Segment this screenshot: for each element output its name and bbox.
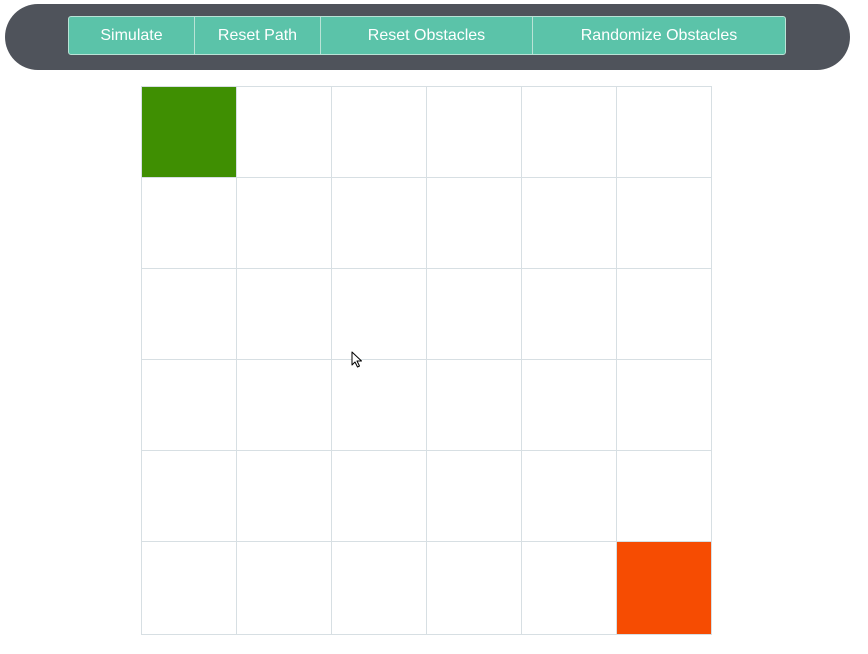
grid-cell[interactable] [332,360,427,451]
grid-cell[interactable] [522,360,617,451]
randomize-obstacles-button[interactable]: Randomize Obstacles [532,16,786,55]
grid-cell[interactable] [427,269,522,360]
grid-cell[interactable] [522,87,617,178]
grid-cell[interactable] [142,451,237,542]
grid-cell[interactable] [522,269,617,360]
reset-path-button[interactable]: Reset Path [194,16,321,55]
grid-cell[interactable] [617,178,712,269]
grid-cell[interactable] [332,178,427,269]
grid-cell[interactable] [237,178,332,269]
start-cell[interactable] [142,87,237,178]
grid-cell[interactable] [522,451,617,542]
grid-cell[interactable] [237,542,332,635]
grid-cell[interactable] [332,542,427,635]
grid-cell[interactable] [522,178,617,269]
grid-cell[interactable] [427,360,522,451]
grid-cell[interactable] [427,87,522,178]
mouse-pointer-icon [351,351,362,368]
grid-cell[interactable] [427,178,522,269]
simulate-button[interactable]: Simulate [68,16,195,55]
grid-cell[interactable] [142,360,237,451]
grid-cell[interactable] [617,269,712,360]
grid-cell[interactable] [237,451,332,542]
grid-cell[interactable] [427,542,522,635]
grid-cell[interactable] [427,451,522,542]
grid-cell[interactable] [617,451,712,542]
grid-cell[interactable] [617,360,712,451]
end-cell[interactable] [617,542,712,635]
grid-cell[interactable] [332,269,427,360]
grid-cell[interactable] [332,87,427,178]
grid-cell[interactable] [522,542,617,635]
grid-cell[interactable] [237,269,332,360]
reset-obstacles-button[interactable]: Reset Obstacles [320,16,533,55]
grid-cell[interactable] [237,360,332,451]
grid-cell[interactable] [332,451,427,542]
grid-cell[interactable] [237,87,332,178]
grid-cell[interactable] [142,542,237,635]
grid-cell[interactable] [142,269,237,360]
grid-cell[interactable] [617,87,712,178]
toolbar: Simulate Reset Path Reset Obstacles Rand… [5,4,850,70]
grid-cell[interactable] [142,178,237,269]
pathfinding-grid[interactable] [141,86,712,635]
